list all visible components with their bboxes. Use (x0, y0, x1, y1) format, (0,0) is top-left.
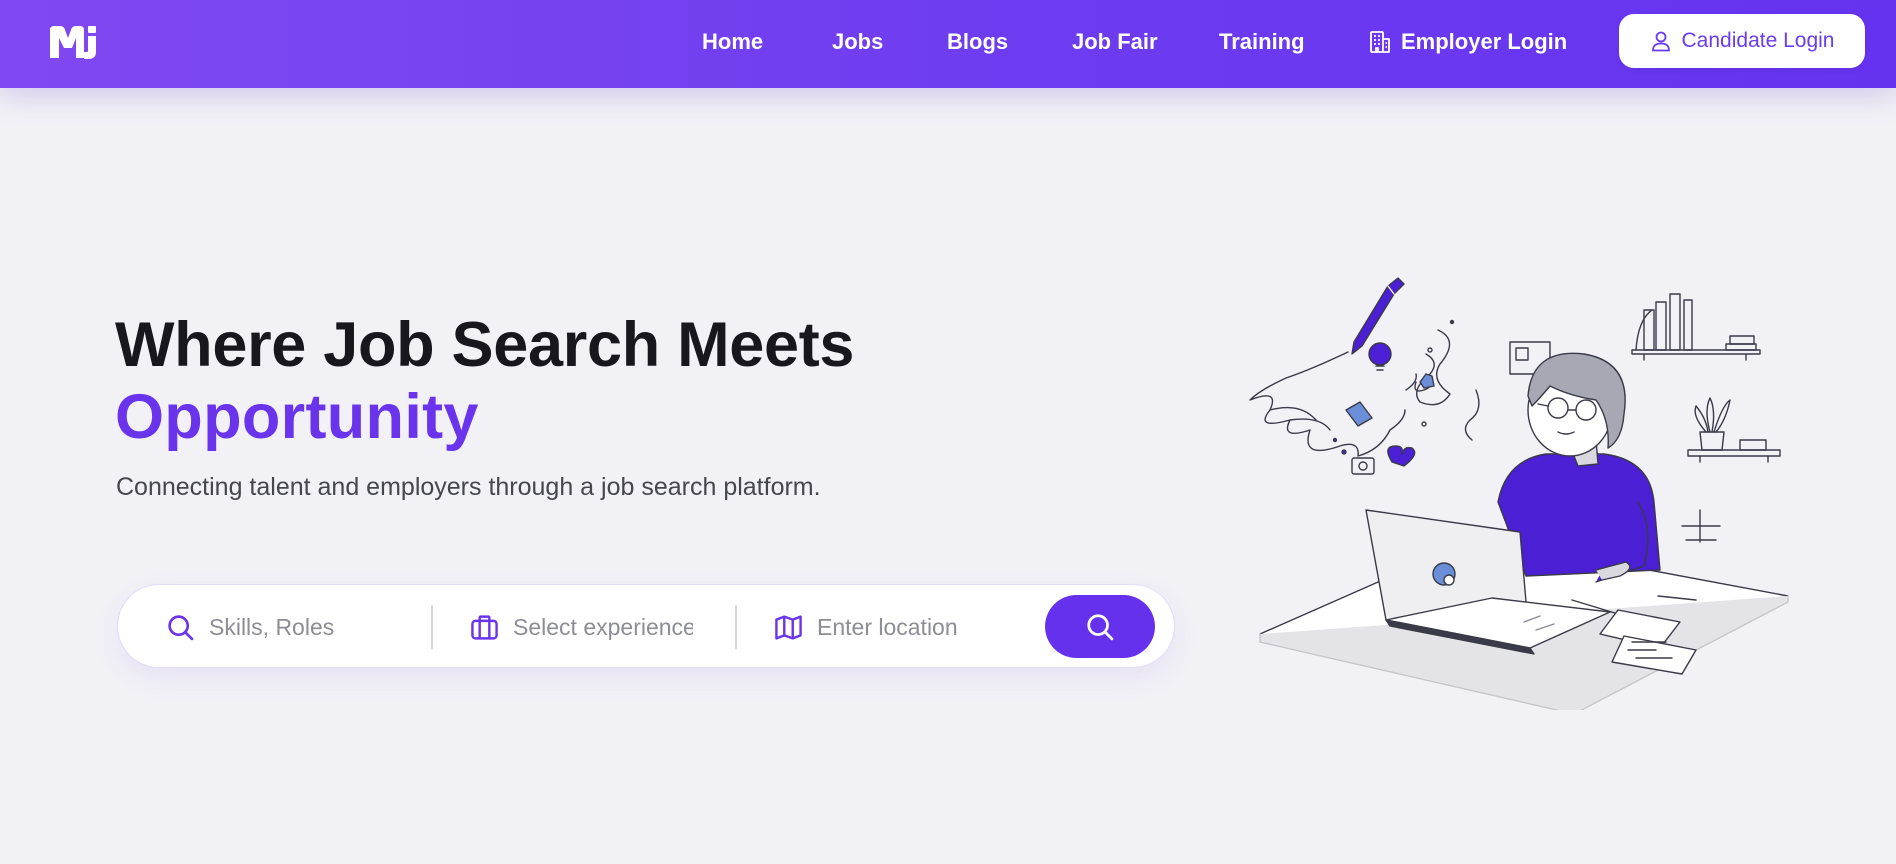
building-icon[interactable] (1369, 30, 1391, 54)
hero-title-highlight: Opportunity (115, 382, 479, 452)
nav-home[interactable]: Home (702, 30, 763, 54)
experience-select[interactable] (513, 613, 693, 641)
candidate-login-label: Candidate Login (1681, 29, 1835, 52)
nav-job-fair[interactable]: Job Fair (1072, 30, 1158, 54)
user-icon (1651, 31, 1670, 52)
search-icon (168, 614, 194, 640)
nav-jobs[interactable]: Jobs (832, 30, 883, 54)
map-icon (775, 614, 802, 640)
experience-field[interactable] (422, 585, 693, 669)
nav-blogs[interactable]: Blogs (947, 30, 1008, 54)
skills-field[interactable] (118, 585, 389, 669)
search-icon (1087, 613, 1114, 640)
candidate-login-button[interactable]: Candidate Login (1619, 14, 1865, 68)
hero-title: Where Job Search Meets (115, 310, 855, 380)
job-search-bar (117, 584, 1175, 668)
ideas-doodle (1249, 277, 1480, 475)
hero-illustration (1249, 277, 1789, 710)
skills-input[interactable] (209, 613, 389, 641)
search-submit-button[interactable] (1045, 595, 1155, 658)
navbar: Home Jobs Blogs Job Fair Training Employ… (0, 0, 1896, 88)
location-input[interactable] (817, 613, 997, 641)
location-field[interactable] (726, 585, 997, 669)
hero-subtitle: Connecting talent and employers through … (116, 473, 821, 501)
briefcase-icon (471, 614, 498, 640)
nav-training[interactable]: Training (1219, 30, 1305, 54)
person (1497, 352, 1661, 583)
brand-logo[interactable] (48, 24, 102, 60)
employer-login-link[interactable]: Employer Login (1401, 30, 1567, 54)
